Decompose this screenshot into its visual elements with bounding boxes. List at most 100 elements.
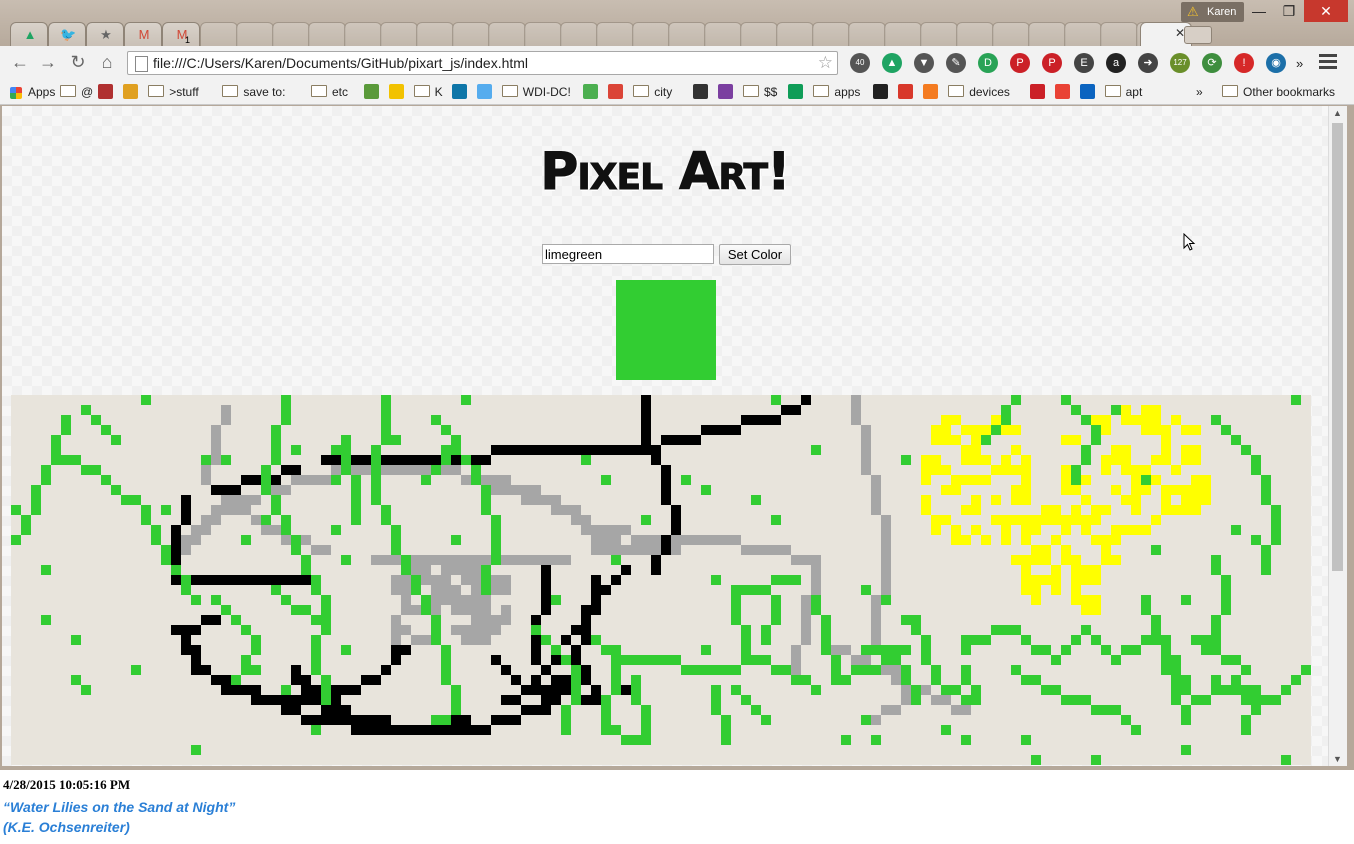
pixel-cell[interactable]: [481, 485, 491, 495]
pixel-cell[interactable]: [1081, 595, 1091, 605]
pixel-cell[interactable]: [1071, 465, 1081, 475]
pixel-cell[interactable]: [881, 525, 891, 535]
pixel-cell[interactable]: [591, 595, 601, 605]
pixel-cell[interactable]: [301, 575, 311, 585]
pixel-cell[interactable]: [471, 585, 481, 595]
pixel-cell[interactable]: [71, 635, 81, 645]
pixel-cell[interactable]: [551, 595, 561, 605]
pixel-cell[interactable]: [231, 485, 241, 495]
pixel-cell[interactable]: [1061, 695, 1071, 705]
pixel-cell[interactable]: [541, 605, 551, 615]
pixel-cell[interactable]: [1201, 475, 1211, 485]
pixel-cell[interactable]: [201, 575, 211, 585]
pixel-cell[interactable]: [531, 635, 541, 645]
pixel-cell[interactable]: [591, 605, 601, 615]
pixel-cell[interactable]: [1111, 405, 1121, 415]
pixel-cell[interactable]: [391, 525, 401, 535]
scrollbar-thumb[interactable]: [1332, 123, 1343, 571]
pixel-cell[interactable]: [481, 725, 491, 735]
pixel-cell[interactable]: [401, 465, 411, 475]
pixel-cell[interactable]: [1031, 595, 1041, 605]
pixel-cell[interactable]: [1241, 665, 1251, 675]
pixel-cell[interactable]: [221, 685, 231, 695]
pixel-cell[interactable]: [771, 415, 781, 425]
pixel-cell[interactable]: [1011, 465, 1021, 475]
browser-tab[interactable]: [992, 22, 1030, 47]
pixel-cell[interactable]: [61, 415, 71, 425]
pixel-cell[interactable]: [921, 645, 931, 655]
pixel-cell[interactable]: [1061, 645, 1071, 655]
pixel-cell[interactable]: [571, 685, 581, 695]
browser-tab[interactable]: [560, 22, 598, 47]
pixel-cell[interactable]: [541, 665, 551, 675]
pixel-cell[interactable]: [931, 455, 941, 465]
pixel-cell[interactable]: [961, 635, 971, 645]
pixel-cell[interactable]: [1191, 505, 1201, 515]
pixel-cell[interactable]: [1071, 435, 1081, 445]
pixel-cell[interactable]: [611, 555, 621, 565]
pixel-cell[interactable]: [351, 515, 361, 525]
pixel-cell[interactable]: [361, 715, 371, 725]
pixel-cell[interactable]: [971, 475, 981, 485]
pixel-cell[interactable]: [711, 685, 721, 695]
pixel-cell[interactable]: [301, 475, 311, 485]
pixel-cell[interactable]: [291, 535, 301, 545]
pixel-cell[interactable]: [581, 625, 591, 635]
pixel-cell[interactable]: [1141, 485, 1151, 495]
pixel-cell[interactable]: [471, 465, 481, 475]
pixel-cell[interactable]: [591, 585, 601, 595]
pixel-cell[interactable]: [461, 715, 471, 725]
pixel-cell[interactable]: [1271, 525, 1281, 535]
pixel-cell[interactable]: [521, 685, 531, 695]
pixel-cell[interactable]: [931, 435, 941, 445]
pixel-cell[interactable]: [441, 585, 451, 595]
pixel-cell[interactable]: [501, 715, 511, 725]
pixel-cell[interactable]: [581, 525, 591, 535]
bookmark-folder[interactable]: @: [60, 83, 93, 101]
pixel-cell[interactable]: [431, 605, 441, 615]
pixel-cell[interactable]: [231, 575, 241, 585]
pixel-cell[interactable]: [1191, 425, 1201, 435]
pixel-cell[interactable]: [1131, 485, 1141, 495]
bookmark-folder[interactable]: $$: [743, 83, 777, 101]
pixel-cell[interactable]: [1081, 515, 1091, 525]
pixel-cell[interactable]: [451, 705, 461, 715]
pixel-cell[interactable]: [461, 395, 471, 405]
pixel-cell[interactable]: [831, 655, 841, 665]
pixel-cell[interactable]: [931, 665, 941, 675]
pixel-cell[interactable]: [301, 715, 311, 725]
pixel-cell[interactable]: [491, 485, 501, 495]
pixel-cell[interactable]: [1131, 725, 1141, 735]
pixel-cell[interactable]: [641, 405, 651, 415]
pixel-cell[interactable]: [321, 605, 331, 615]
pixel-cell[interactable]: [761, 655, 771, 665]
pixel-cell[interactable]: [481, 615, 491, 625]
alert-ext-icon[interactable]: !: [1234, 53, 1254, 73]
pixel-cell[interactable]: [631, 535, 641, 545]
pixel-cell[interactable]: [461, 565, 471, 575]
pixel-cell[interactable]: [121, 495, 131, 505]
pixel-cell[interactable]: [341, 555, 351, 565]
pixel-cell[interactable]: [391, 435, 401, 445]
pixel-cell[interactable]: [1041, 505, 1051, 515]
pixel-cell[interactable]: [551, 555, 561, 565]
pixel-cell[interactable]: [1241, 695, 1251, 705]
browser-tab[interactable]: 🐦: [48, 22, 86, 47]
pixel-cell[interactable]: [311, 665, 321, 675]
pixel-cell[interactable]: [911, 685, 921, 695]
pixel-cell[interactable]: [631, 445, 641, 455]
pixel-cell[interactable]: [1191, 485, 1201, 495]
pixel-cell[interactable]: [881, 595, 891, 605]
pixel-cell[interactable]: [281, 705, 291, 715]
pixel-cell[interactable]: [801, 675, 811, 685]
pixel-cell[interactable]: [1211, 685, 1221, 695]
pixel-cell[interactable]: [391, 635, 401, 645]
pixel-cell[interactable]: [221, 415, 231, 425]
pixel-cell[interactable]: [601, 545, 611, 555]
pixel-cell[interactable]: [351, 465, 361, 475]
pixel-cell[interactable]: [711, 665, 721, 675]
pixel-cell[interactable]: [431, 715, 441, 725]
pixel-cell[interactable]: [1231, 655, 1241, 665]
pixel-cell[interactable]: [351, 485, 361, 495]
slides-ext-icon[interactable]: 40: [850, 53, 870, 73]
